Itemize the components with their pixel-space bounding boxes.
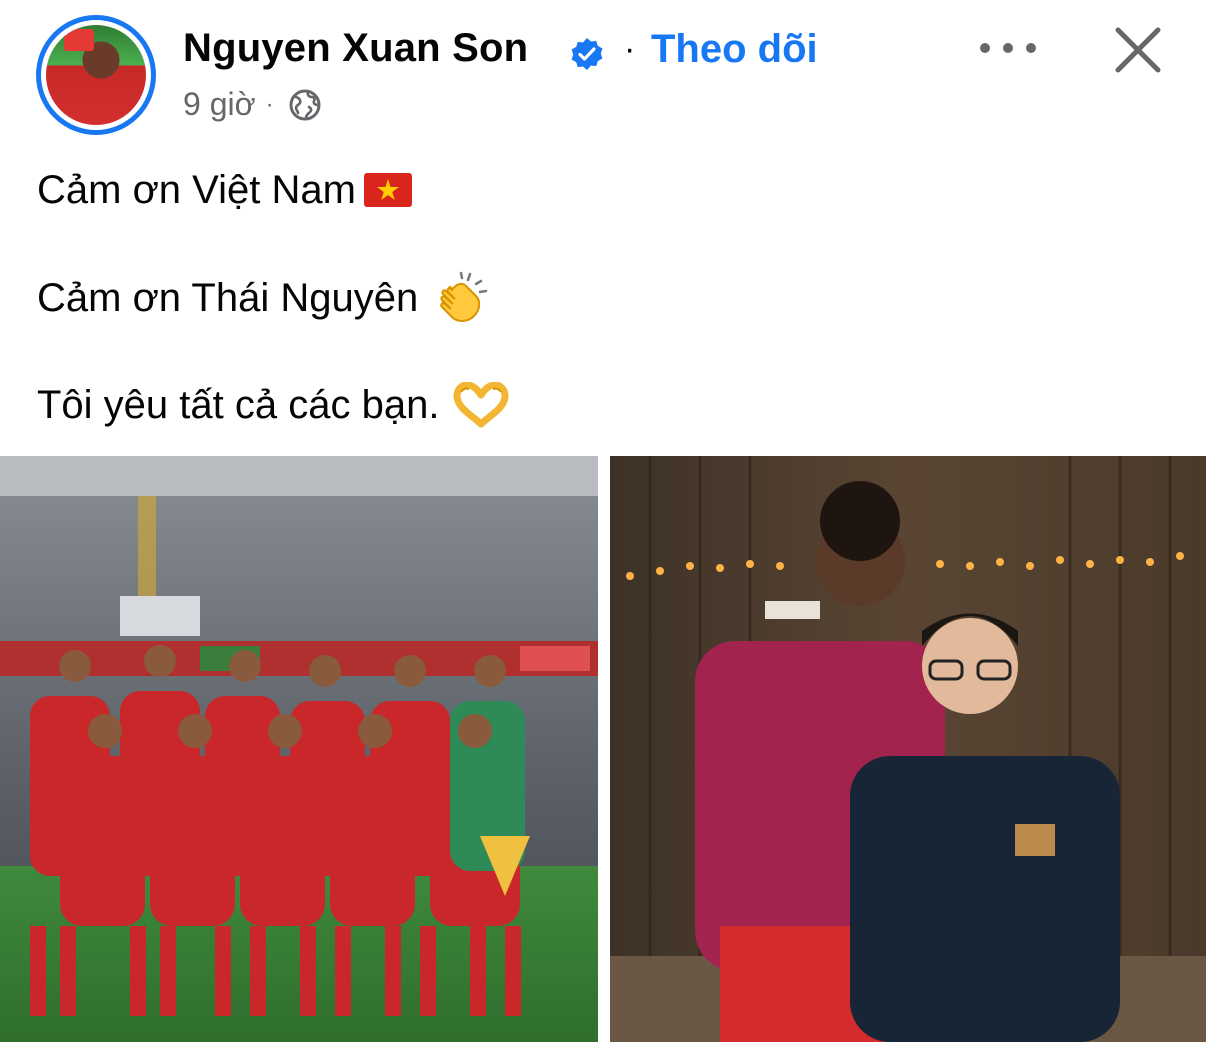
- post-line: Tôi yêu tất cả các bạn.: [37, 382, 509, 428]
- more-options-icon[interactable]: [980, 30, 1036, 66]
- avatar-ring[interactable]: [36, 15, 156, 135]
- post-line-text: Tôi yêu tất cả các bạn.: [37, 383, 440, 427]
- post-header: Nguyen Xuan Son · Theo dõi 9 giờ ·: [0, 0, 1206, 150]
- meta-separator: ·: [265, 90, 274, 118]
- avatar[interactable]: [46, 25, 146, 125]
- follow-button[interactable]: Theo dõi: [651, 27, 818, 72]
- globe-icon[interactable]: [288, 88, 322, 122]
- name-separator: ·: [624, 30, 636, 68]
- author-name[interactable]: Nguyen Xuan Son: [183, 26, 528, 71]
- close-icon[interactable]: [1112, 24, 1164, 76]
- verified-badge-icon: [571, 38, 603, 70]
- more-dot: [1026, 43, 1036, 53]
- post-line: Cảm ơn Việt Nam: [37, 170, 412, 210]
- post-time[interactable]: 9 giờ: [183, 86, 256, 123]
- heart-hands-icon: [453, 382, 509, 428]
- player-with-fan-image: [610, 456, 1206, 1042]
- team-photo-image: [0, 456, 598, 1042]
- post-meta: 9 giờ ·: [183, 86, 322, 123]
- vietnam-flag-icon: [363, 173, 412, 207]
- post-line: Cảm ơn Thái Nguyên: [37, 271, 488, 322]
- clapping-hands-icon: [440, 271, 488, 322]
- team-photo[interactable]: [0, 456, 598, 1042]
- post-line-text: Cảm ơn Việt Nam: [37, 168, 356, 212]
- more-dot: [980, 43, 990, 53]
- more-dot: [1003, 43, 1013, 53]
- player-with-fan-photo[interactable]: [610, 456, 1206, 1042]
- post-line-text: Cảm ơn Thái Nguyên: [37, 276, 419, 320]
